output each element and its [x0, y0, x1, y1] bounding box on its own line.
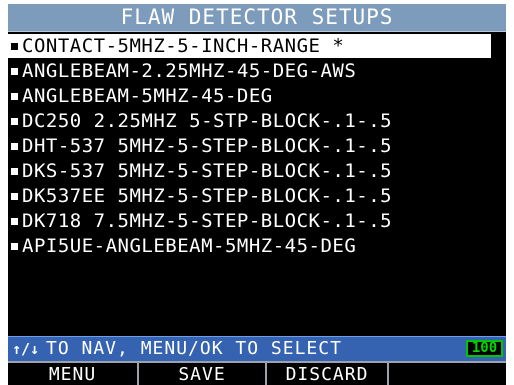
setup-item-label: DC250 2.25MHZ 5-STP-BLOCK-.1-.5	[22, 110, 393, 132]
setup-item-8[interactable]: DK718 7.5MHZ-5-STEP-BLOCK-.1-.5	[8, 209, 506, 233]
setup-item-label: ANGLEBEAM-5MHZ-45-DEG	[22, 85, 273, 107]
setup-item-label: ANGLEBEAM-2.25MHZ-45-DEG-AWS	[22, 60, 357, 82]
status-bar: ↑/↓ TO NAV, MENU/OK TO SELECT 100	[8, 336, 506, 361]
setup-item-6[interactable]: DKS-537 5MHZ-5-STEP-BLOCK-.1-.5	[8, 159, 506, 183]
setup-item-3[interactable]: ANGLEBEAM-5MHZ-45-DEG	[8, 84, 506, 108]
status-instructions: TO NAV, MENU/OK TO SELECT	[46, 338, 342, 359]
discard-softkey[interactable]: DISCARD	[267, 363, 389, 385]
setup-item-label: DHT-537 5MHZ-5-STEP-BLOCK-.1-.5	[22, 135, 393, 157]
setup-item-4[interactable]: DC250 2.25MHZ 5-STP-BLOCK-.1-.5	[8, 109, 506, 133]
screen-title: FLAW DETECTOR SETUPS	[8, 4, 506, 32]
bullet-square-icon	[11, 243, 18, 250]
setup-item-7[interactable]: DK537EE 5MHZ-5-STEP-BLOCK-.1-.5	[8, 184, 506, 208]
setup-item-2[interactable]: ANGLEBEAM-2.25MHZ-45-DEG-AWS	[8, 59, 506, 83]
save-softkey[interactable]: SAVE	[139, 363, 267, 385]
bullet-square-icon	[11, 193, 18, 200]
setup-item-5[interactable]: DHT-537 5MHZ-5-STEP-BLOCK-.1-.5	[8, 134, 506, 158]
bullet-square-icon	[11, 93, 18, 100]
setup-item-label: DK718 7.5MHZ-5-STEP-BLOCK-.1-.5	[22, 210, 393, 232]
softkey-bar: MENU SAVE DISCARD	[8, 361, 506, 385]
bullet-square-icon	[11, 218, 18, 225]
bullet-square-icon	[11, 143, 18, 150]
setup-list: CONTACT-5MHZ-5-INCH-RANGE * ANGLEBEAM-2.…	[8, 34, 506, 332]
blank-softkey[interactable]	[389, 363, 506, 385]
bullet-square-icon	[11, 43, 18, 50]
device-screen: FLAW DETECTOR SETUPS CONTACT-5MHZ-5-INCH…	[8, 4, 506, 385]
battery-icon: 100	[466, 340, 503, 357]
setup-item-label: DKS-537 5MHZ-5-STEP-BLOCK-.1-.5	[22, 160, 393, 182]
setup-item-label: CONTACT-5MHZ-5-INCH-RANGE *	[22, 35, 345, 57]
setup-item-label: API5UE-ANGLEBEAM-5MHZ-45-DEG	[22, 235, 357, 257]
setup-item-9[interactable]: API5UE-ANGLEBEAM-5MHZ-45-DEG	[8, 234, 506, 258]
bullet-square-icon	[11, 68, 18, 75]
menu-softkey[interactable]: MENU	[8, 363, 139, 385]
bullet-square-icon	[11, 168, 18, 175]
setup-item-label: DK537EE 5MHZ-5-STEP-BLOCK-.1-.5	[22, 185, 393, 207]
setup-item-1[interactable]: CONTACT-5MHZ-5-INCH-RANGE *	[8, 34, 506, 58]
bullet-square-icon	[11, 118, 18, 125]
up-down-arrows-icon: ↑/↓	[12, 340, 40, 358]
